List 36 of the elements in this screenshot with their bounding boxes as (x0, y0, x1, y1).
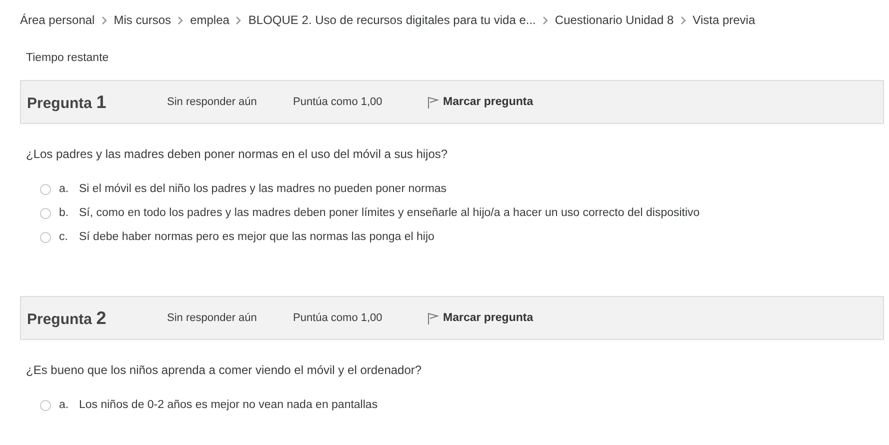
option-text[interactable]: Si el móvil es del niño los padres y las madres no pueden poner normas (79, 180, 447, 198)
breadcrumb-link[interactable]: Vista previa (692, 11, 756, 29)
question-grade: Puntúa como 1,00 (293, 311, 384, 326)
chevron-icon (177, 16, 184, 24)
flag-icon (427, 96, 439, 109)
question-status: Sin responder aún (167, 95, 258, 110)
radio-button[interactable] (40, 208, 51, 219)
timer-label: Tiempo restante (26, 51, 110, 66)
option-letter: a. (59, 398, 70, 413)
chevron-icon (680, 16, 687, 24)
option-letter: a. (59, 182, 70, 197)
question-text: ¿Es bueno que los niños aprenda a comer viendo el móvil y el ordenador? (26, 362, 423, 380)
question-number: Pregunta 2 (27, 306, 108, 330)
breadcrumb-link[interactable]: Mis cursos (114, 11, 172, 29)
question-grade: Puntúa como 1,00 (293, 95, 384, 110)
question-text: ¿Los padres y las madres deben poner normas en el uso del móvil a sus hijos? (26, 146, 449, 164)
flag-button[interactable]: Marcar pregunta (427, 310, 534, 327)
option-letter: b. (59, 206, 70, 221)
breadcrumb-link[interactable]: Área personal (20, 11, 95, 29)
option-letter: c. (59, 230, 69, 245)
flag-icon (427, 312, 439, 325)
chevron-icon (100, 16, 108, 24)
option-text[interactable]: Sí, como en todo los padres y las madres deben poner límites y enseñarle al hijo/a a hacer un uso correcto del dispositivo (79, 204, 700, 222)
chevron-icon (235, 16, 242, 24)
flag-button[interactable]: Marcar pregunta (427, 94, 534, 111)
option-text[interactable]: Sí debe haber normas pero es mejor que las normas las ponga el hijo (79, 228, 434, 246)
breadcrumb-link[interactable]: emplea (190, 11, 230, 29)
chevron-icon (542, 16, 549, 24)
radio-button[interactable] (40, 400, 51, 411)
question-status: Sin responder aún (167, 311, 258, 326)
breadcrumb-link[interactable]: BLOQUE 2. Uso de recursos digitales para tu vida e... (248, 11, 536, 29)
question-number: Pregunta 1 (27, 90, 108, 114)
breadcrumb-link[interactable]: Cuestionario Unidad 8 (554, 11, 674, 29)
option-text[interactable]: Los niños de 0-2 años es mejor no vean nada en pantallas (79, 396, 378, 414)
radio-button[interactable] (40, 184, 51, 195)
radio-button[interactable] (40, 232, 51, 243)
